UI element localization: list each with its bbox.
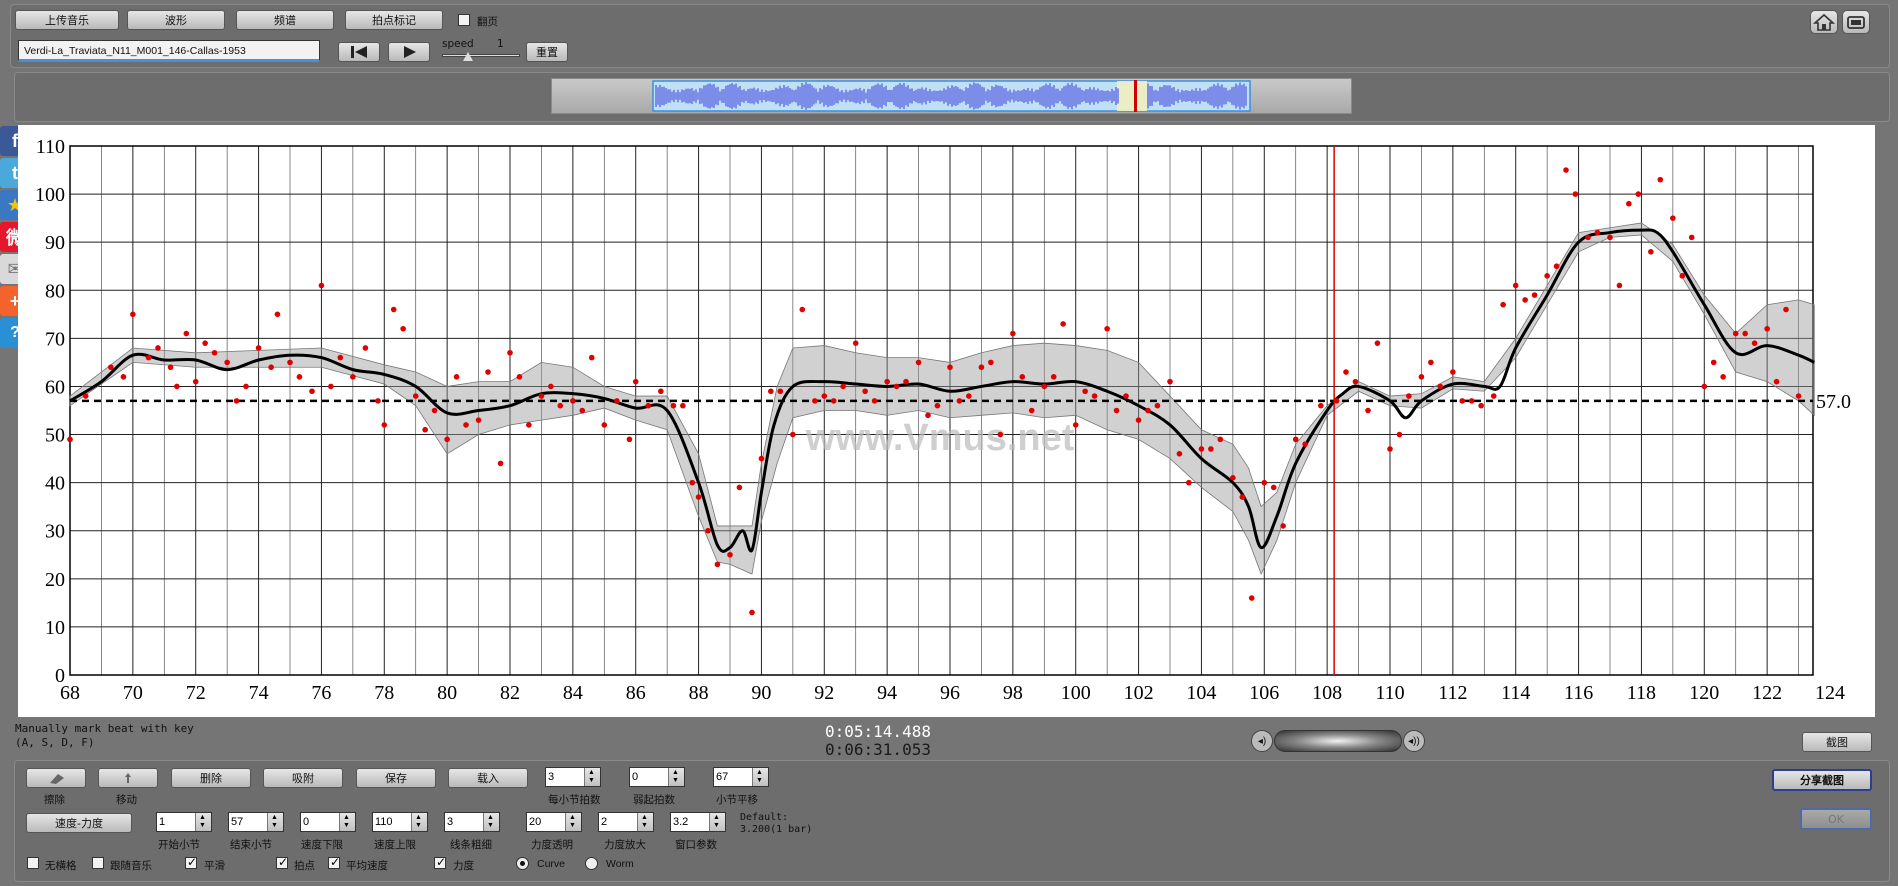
save-button[interactable]: 保存 [356,768,436,788]
time-current: 0:05:14.488 [825,722,931,741]
speed-slider[interactable] [442,54,520,57]
screenshot-button[interactable]: 截图 [1802,732,1872,752]
end-bar-label: 结束小节 [230,839,272,851]
waveform-svg [652,80,1251,112]
default-label: Default: [740,812,789,823]
delete-button[interactable]: 删除 [171,768,251,788]
eraser-icon [50,774,64,784]
beats-per-bar-input[interactable] [548,769,582,785]
curve-radio[interactable] [516,857,529,870]
home-button[interactable] [1810,10,1838,34]
start-bar-input[interactable] [159,814,193,830]
share-screenshot-button[interactable]: 分享截图 [1772,769,1872,791]
dyn-scale-stepper[interactable]: ▲▼ [598,812,654,832]
curve-label: Curve [537,858,566,870]
fullscreen-icon [1847,16,1865,29]
dyn-scale-input[interactable] [601,814,635,830]
follow-music-checkbox[interactable] [92,857,104,869]
move-label: 移动 [116,794,137,806]
dyn-transparency-label: 力度透明 [531,839,573,851]
tempo-upper-label: 速度上限 [374,839,416,851]
default-value: 3.200(1 bar) [740,824,813,835]
line-width-label: 线条粗细 [450,839,492,851]
dynamics-checkbox[interactable] [434,855,446,869]
start-bar-stepper[interactable]: ▲▼ [156,812,212,832]
tempo-upper-input[interactable] [375,814,409,830]
waveform-overview[interactable] [551,78,1352,114]
pickup-beats-stepper[interactable]: ▲▼ [629,767,685,787]
window-param-label: 窗口参数 [675,839,717,851]
home-icon [1812,13,1836,31]
dyn-transparency-stepper[interactable]: ▲▼ [526,812,582,832]
move-icon [125,773,131,783]
skip-back-icon [351,46,367,58]
smooth-checkbox[interactable] [185,855,197,869]
speed-label: speed [442,38,474,50]
worm-radio[interactable] [585,857,598,870]
tempo-dynamics-button[interactable]: 速度-力度 [26,813,132,833]
worm-label: Worm [606,858,634,870]
beats-per-bar-stepper[interactable]: ▲▼ [545,767,601,787]
no-grid-label: 无横格 [45,860,77,872]
erase-button[interactable] [26,768,86,788]
beat-points-checkbox[interactable] [276,855,288,869]
ok-button[interactable]: OK [1800,808,1872,830]
previous-button[interactable] [338,42,380,62]
smooth-label: 平滑 [204,860,225,872]
follow-music-label: 跟随音乐 [110,860,152,872]
load-button[interactable]: 载入 [448,768,528,788]
flip-page-label: 翻页 [477,16,498,28]
beats-per-bar-label: 每小节拍数 [548,794,601,806]
volume-up-icon[interactable]: ◂)) [1403,730,1425,752]
flip-page-checkbox[interactable] [458,14,470,26]
avg-tempo-checkbox[interactable] [328,855,340,869]
beat-mark-button[interactable]: 拍点标记 [345,10,443,30]
window-param-input[interactable] [673,814,707,830]
key-hint-line2: (A, S, D, F) [15,736,95,749]
pickup-beats-label: 弱起拍数 [633,794,675,806]
erase-label: 擦除 [44,794,65,806]
tempo-lower-label: 速度下限 [301,839,343,851]
tempo-lower-input[interactable] [303,814,337,830]
end-bar-input[interactable] [231,814,265,830]
zoom-slider[interactable] [1274,730,1402,752]
chart-canvas-area[interactable] [18,125,1875,717]
tempo-lower-stepper[interactable]: ▲▼ [300,812,356,832]
speed-value: 1 [497,38,504,50]
window-param-stepper[interactable]: ▲▼ [670,812,726,832]
play-icon [404,46,416,58]
time-total: 0:06:31.053 [825,740,931,759]
key-hint-line1: Manually mark beat with key [15,722,194,735]
no-grid-checkbox[interactable] [27,857,39,869]
bar-shift-input[interactable] [716,769,750,785]
track-name-field[interactable]: Verdi-La_Traviata_N11_M001_146-Callas-19… [18,40,320,62]
reset-button[interactable]: 重置 [526,42,568,62]
move-button[interactable] [98,768,158,788]
bar-shift-stepper[interactable]: ▲▼ [713,767,769,787]
upload-music-button[interactable]: 上传音乐 [15,10,119,30]
tempo-upper-stepper[interactable]: ▲▼ [372,812,428,832]
line-width-input[interactable] [447,814,481,830]
beat-points-label: 拍点 [294,860,315,872]
spectrum-button[interactable]: 频谱 [236,10,334,30]
dyn-transparency-input[interactable] [529,814,563,830]
waveform-button[interactable]: 波形 [127,10,225,30]
avg-tempo-label: 平均速度 [346,860,388,872]
speed-slider-thumb[interactable] [463,52,473,61]
volume-down-icon[interactable]: ◂) [1251,730,1273,752]
snap-button[interactable]: 吸附 [263,768,343,788]
end-bar-stepper[interactable]: ▲▼ [228,812,284,832]
dynamics-label: 力度 [453,860,474,872]
fullscreen-button[interactable] [1842,10,1870,34]
start-bar-label: 开始小节 [158,839,200,851]
play-button[interactable] [388,42,430,62]
dyn-scale-label: 力度放大 [604,839,646,851]
track-name-text: Verdi-La_Traviata_N11_M001_146-Callas-19… [24,45,246,57]
bar-shift-label: 小节平移 [716,794,758,806]
pickup-beats-input[interactable] [632,769,666,785]
line-width-stepper[interactable]: ▲▼ [444,812,500,832]
